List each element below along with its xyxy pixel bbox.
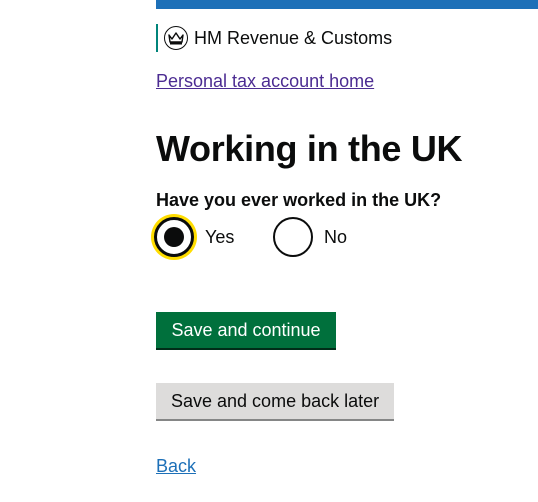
page-title: Working in the UK (156, 128, 463, 169)
radio-option-yes[interactable]: Yes (154, 217, 234, 257)
organisation-name: HM Revenue & Customs (194, 27, 393, 48)
personal-tax-account-home-link[interactable]: Personal tax account home (156, 71, 374, 92)
organisation-logo[interactable]: HM Revenue & Customs (156, 24, 392, 52)
radio-selected-dot (164, 227, 184, 247)
save-and-continue-button[interactable]: Save and continue (156, 312, 336, 348)
radio-button-yes[interactable] (154, 217, 194, 257)
radio-button-no[interactable] (273, 217, 313, 257)
radio-option-no[interactable]: No (273, 217, 347, 257)
question-legend: Have you ever worked in the UK? (156, 190, 442, 210)
radio-label-yes[interactable]: Yes (205, 227, 234, 248)
radio-label-no[interactable]: No (324, 227, 347, 248)
header-bar (156, 0, 538, 9)
save-and-come-back-later-button[interactable]: Save and come back later (156, 383, 394, 419)
crown-icon (164, 26, 188, 50)
back-link[interactable]: Back (156, 456, 196, 477)
